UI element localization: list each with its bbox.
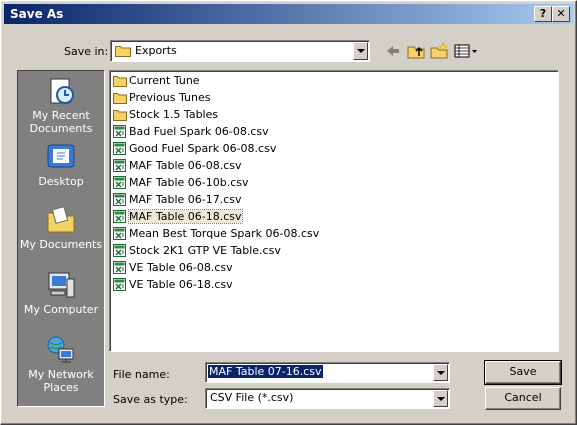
cancel-button[interactable]: Cancel <box>485 387 561 410</box>
csv-file-icon <box>113 158 127 172</box>
file-name-value[interactable]: MAF Table 07-16.csv <box>208 365 323 378</box>
place-label: My Recent Documents <box>29 109 93 135</box>
csv-file-icon <box>113 124 127 138</box>
up-folder-icon <box>407 46 425 59</box>
chevron-down-icon[interactable] <box>433 390 448 407</box>
folder-icon <box>113 74 127 87</box>
my-documents-icon <box>47 206 75 233</box>
file-item-label: MAF Table 06-08.csv <box>129 159 242 172</box>
file-item-label: Current Tune <box>129 74 200 87</box>
csv-file-icon <box>113 141 127 155</box>
desktop-icon <box>47 144 75 168</box>
folder-item[interactable]: Stock 1.5 Tables <box>113 107 218 123</box>
file-item[interactable]: MAF Table 06-18.csv <box>113 209 243 225</box>
file-item[interactable]: Good Fuel Spark 06-08.csv <box>113 141 276 157</box>
close-button[interactable]: ✕ <box>552 6 570 22</box>
new-folder-icon <box>430 42 448 59</box>
csv-file-icon <box>113 260 127 274</box>
file-item[interactable]: MAF Table 06-10b.csv <box>113 175 249 191</box>
file-item-label: Stock 2K1 GTP VE Table.csv <box>129 244 281 257</box>
save-button[interactable]: Save <box>484 360 562 385</box>
file-item-label: VE Table 06-18.csv <box>129 278 233 291</box>
csv-file-icon <box>113 192 127 206</box>
place-label: My Computer <box>23 303 99 316</box>
views-menu-button[interactable] <box>453 41 479 61</box>
file-item-label: Good Fuel Spark 06-08.csv <box>129 142 277 155</box>
file-item[interactable]: Bad Fuel Spark 06-08.csv <box>113 124 269 140</box>
file-item[interactable]: Mean Best Torque Spark 06-08.csv <box>113 226 319 242</box>
chevron-down-icon[interactable] <box>433 364 448 381</box>
back-arrow-icon <box>387 46 399 56</box>
folder-icon <box>115 44 131 60</box>
file-item[interactable]: MAF Table 06-08.csv <box>113 158 242 174</box>
file-item-label: Bad Fuel Spark 06-08.csv <box>129 125 269 138</box>
up-folder-button[interactable] <box>406 41 426 61</box>
views-icon <box>454 44 477 58</box>
file-item-label: MAF Table 06-10b.csv <box>129 176 249 189</box>
save-in-label: Save in: <box>64 45 109 58</box>
new-folder-button[interactable] <box>429 41 449 61</box>
save-as-type-select[interactable]: CSV File (*.csv) <box>205 388 450 409</box>
help-button[interactable]: ? <box>534 6 552 22</box>
save-in-combo[interactable]: Exports <box>110 40 370 62</box>
place-my-network-places[interactable]: My Network Places <box>18 334 104 394</box>
file-item-label: MAF Table 06-17.csv <box>129 193 242 206</box>
place-my-computer[interactable]: My Computer <box>18 269 104 316</box>
my-computer-icon <box>48 272 75 298</box>
save-as-type-label: Save as type: <box>113 393 188 406</box>
csv-file-icon <box>113 277 127 291</box>
place-label: My Documents <box>19 238 103 251</box>
csv-file-icon <box>113 243 127 257</box>
recent-documents-icon <box>50 78 74 104</box>
file-item-label: Stock 1.5 Tables <box>129 108 219 121</box>
file-item[interactable]: Stock 2K1 GTP VE Table.csv <box>113 243 281 259</box>
csv-file-icon <box>113 209 127 223</box>
places-bar: My Recent Documents Desktop My Documents… <box>17 70 105 407</box>
title-bar[interactable]: Save As ? ✕ <box>4 4 573 24</box>
file-item[interactable]: VE Table 06-08.csv <box>113 260 233 276</box>
save-as-dialog: Save As ? ✕ Save in: Exports My Recent D… <box>0 0 577 425</box>
window-title: Save As <box>10 7 64 21</box>
file-name-label: File name: <box>113 368 170 381</box>
file-item[interactable]: MAF Table 06-17.csv <box>113 192 242 208</box>
file-item-label: Mean Best Torque Spark 06-08.csv <box>129 227 320 240</box>
file-list[interactable]: Current Tune Previous Tunes Stock 1.5 Tabl… <box>109 70 559 352</box>
place-my-documents[interactable]: My Documents <box>18 204 104 251</box>
network-places-icon <box>47 336 74 363</box>
file-item-label: Previous Tunes <box>129 91 211 104</box>
folder-icon <box>113 91 127 104</box>
place-label: My Network Places <box>28 368 94 394</box>
back-button[interactable] <box>383 41 403 61</box>
file-name-field[interactable]: MAF Table 07-16.csv <box>205 362 450 383</box>
file-item-label: MAF Table 06-18.csv <box>128 209 243 224</box>
csv-file-icon <box>113 226 127 240</box>
save-in-value: Exports <box>135 44 177 57</box>
file-item-label: VE Table 06-08.csv <box>129 261 233 274</box>
folder-item[interactable]: Current Tune <box>113 73 200 89</box>
place-desktop[interactable]: Desktop <box>18 141 104 188</box>
save-as-type-value: CSV File (*.csv) <box>210 391 294 404</box>
place-my-recent-documents[interactable]: My Recent Documents <box>18 75 104 135</box>
place-label: Desktop <box>38 175 84 188</box>
folder-icon <box>113 108 127 121</box>
chevron-down-icon[interactable] <box>353 42 368 60</box>
folder-item[interactable]: Previous Tunes <box>113 90 210 106</box>
file-item[interactable]: VE Table 06-18.csv <box>113 277 233 293</box>
csv-file-icon <box>113 175 127 189</box>
